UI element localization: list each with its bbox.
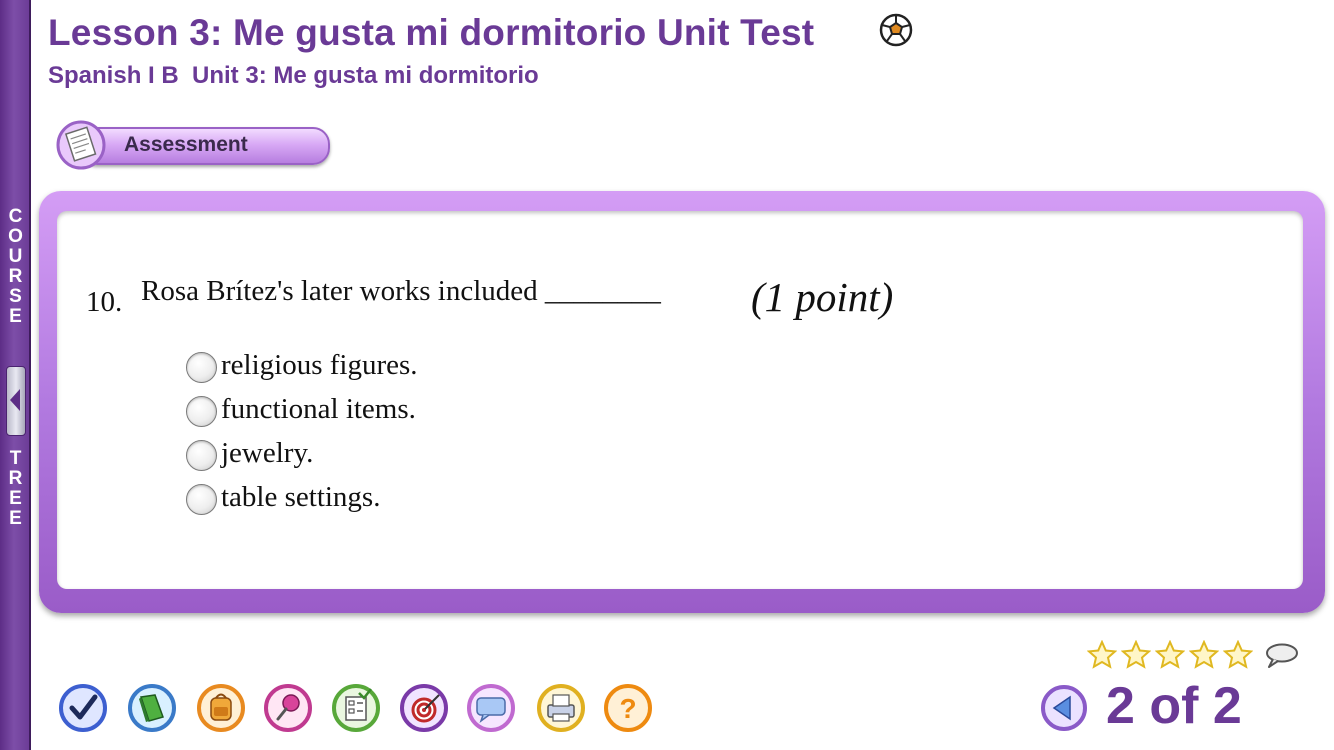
sidebar-letter: T <box>9 448 22 469</box>
star-icon[interactable] <box>1189 640 1219 670</box>
comment-icon[interactable] <box>1263 642 1299 670</box>
sidebar-letter: O <box>8 226 23 247</box>
question-number: 10. <box>86 286 123 318</box>
star-icon[interactable] <box>1223 640 1253 670</box>
message-icon[interactable] <box>466 683 516 733</box>
sidebar-letter: R <box>8 468 23 489</box>
course-label: COURSE <box>0 207 31 327</box>
backpack-icon[interactable] <box>196 683 246 733</box>
answer-option-label: table settings. <box>221 481 381 513</box>
answer-option-label: religious figures. <box>221 349 418 381</box>
star-icon[interactable] <box>1121 640 1151 670</box>
collapse-tree-button[interactable] <box>6 366 26 436</box>
lesson-title: Lesson 3: Me gusta mi dormitorio Unit Te… <box>48 12 815 53</box>
sidebar-letter: U <box>8 246 23 267</box>
previous-page-button[interactable] <box>1040 684 1088 732</box>
checklist-icon[interactable] <box>331 683 381 733</box>
question-frame: 10. Rosa Brítez's later works included _… <box>39 191 1325 613</box>
radio-button[interactable] <box>186 396 217 427</box>
svg-text:?: ? <box>619 693 636 724</box>
course-tree-sidebar[interactable]: COURSE TREE <box>0 0 31 750</box>
answer-option-label: functional items. <box>221 393 416 425</box>
check-icon[interactable] <box>58 683 108 733</box>
star-icon[interactable] <box>1155 640 1185 670</box>
star-icon[interactable] <box>1087 640 1117 670</box>
sidebar-letter: R <box>8 266 23 287</box>
question-points: (1 point) <box>751 274 894 320</box>
print-icon[interactable] <box>536 683 586 733</box>
radio-button[interactable] <box>186 484 217 515</box>
radio-button[interactable] <box>186 352 217 383</box>
question-stem: Rosa Brítez's later works included _____… <box>141 275 661 307</box>
sidebar-letter: E <box>9 488 22 509</box>
assessment-label: Assessment <box>124 133 248 156</box>
tree-label: TREE <box>0 449 31 529</box>
target-icon[interactable] <box>399 683 449 733</box>
book-icon[interactable] <box>127 683 177 733</box>
page-indicator: 2 of 2 <box>1106 677 1242 735</box>
document-icon <box>56 120 106 170</box>
radio-button[interactable] <box>186 440 217 471</box>
soccer-ball-icon <box>879 13 913 47</box>
answer-option-label: jewelry. <box>221 437 314 469</box>
assessment-section-tab: Assessment <box>56 120 330 170</box>
sidebar-letter: S <box>9 286 22 307</box>
sidebar-letter: E <box>9 508 22 529</box>
sidebar-letter: C <box>8 206 23 227</box>
help-icon[interactable]: ? <box>603 683 653 733</box>
course-subtitle: Spanish I B Unit 3: Me gusta mi dormitor… <box>48 62 539 89</box>
sidebar-edge <box>29 0 31 750</box>
sidebar-letter: E <box>9 306 22 327</box>
pushpin-icon[interactable] <box>263 683 313 733</box>
